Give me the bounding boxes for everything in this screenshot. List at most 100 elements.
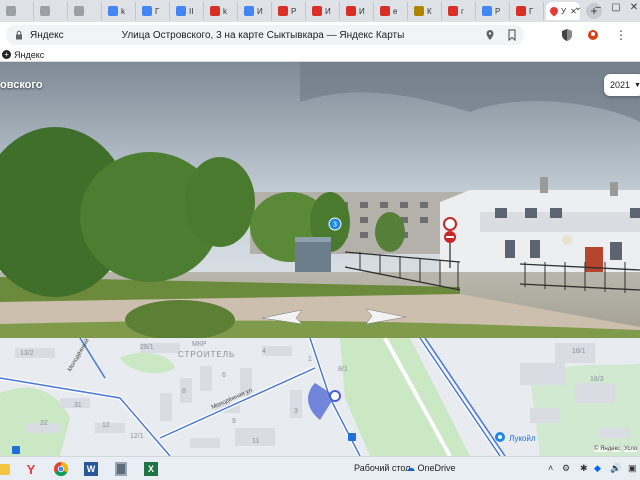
tab-label: И xyxy=(325,6,331,16)
year-value: 2021 xyxy=(610,80,631,90)
file-explorer-icon[interactable] xyxy=(0,460,12,478)
dropbox-icon[interactable]: ◆ xyxy=(594,463,601,474)
map-label-house-4: 4 xyxy=(262,348,266,355)
map-label-district-name: СТРОИТЕЛЬ xyxy=(178,350,236,359)
chrome-icon[interactable] xyxy=(52,460,70,478)
speaker-icon[interactable]: 🔊 xyxy=(610,463,621,474)
tab-label: k xyxy=(121,6,125,16)
browser-tab[interactable]: И xyxy=(342,2,374,20)
browser-tab[interactable] xyxy=(2,2,34,20)
tab-favicon-icon xyxy=(40,6,50,16)
tab-label: г xyxy=(461,6,464,16)
network-icon[interactable]: ⚙ xyxy=(562,463,570,474)
tab-favicon-icon xyxy=(244,6,254,16)
tab-label: И xyxy=(257,6,263,16)
chevron-down-icon[interactable]: ⌄ xyxy=(570,2,586,13)
tab-favicon-icon xyxy=(6,6,16,16)
arrow-right-icon[interactable] xyxy=(364,307,406,325)
tab-label: k xyxy=(223,6,227,16)
street-panorama[interactable]: овского 2021 ▼ 3 xyxy=(0,62,640,338)
panorama-street-title: овского xyxy=(0,79,43,91)
browser-tab[interactable] xyxy=(70,2,102,20)
map-label-house-18-3: 18/3 xyxy=(590,376,604,383)
browser-tab[interactable]: И xyxy=(308,2,340,20)
tab-label: Г xyxy=(529,6,534,16)
language-icon[interactable]: ▣ xyxy=(628,463,637,474)
excel-icon[interactable]: X xyxy=(142,460,160,478)
map-label-district: МКР xyxy=(192,341,207,348)
extension-icon[interactable] xyxy=(586,28,600,42)
browser-tab[interactable]: II xyxy=(172,2,204,20)
map-label-house-12-1: 12/1 xyxy=(130,433,144,440)
bookmark-icon[interactable] xyxy=(506,29,518,41)
map-label-house-8: 8 xyxy=(182,388,186,395)
map-label-house-31: 31 xyxy=(74,402,82,409)
browser-tab[interactable]: И xyxy=(240,2,272,20)
close-window-icon[interactable]: ✕ xyxy=(626,2,640,13)
tab-favicon-icon xyxy=(74,6,84,16)
year-selector[interactable]: 2021 ▼ xyxy=(604,74,640,96)
map-label-house-1: 1 xyxy=(308,356,312,363)
maximize-icon[interactable]: ▢ xyxy=(608,2,624,13)
map-view[interactable]: МКР СТРОИТЕЛЬ Молодёжный пр. Молодёжная … xyxy=(0,338,640,456)
cloud-icon: ☁ xyxy=(406,463,415,473)
extension-shield-icon[interactable] xyxy=(560,28,574,42)
bookmarks-bar: + Яндекс xyxy=(0,48,640,62)
tab-favicon-icon xyxy=(346,6,356,16)
tab-favicon-icon xyxy=(176,6,186,16)
tab-favicon-icon xyxy=(108,6,118,16)
tab-favicon-icon xyxy=(516,6,526,16)
browser-tab[interactable]: k xyxy=(104,2,136,20)
active-tab-label: У xyxy=(561,6,567,16)
minimize-icon[interactable]: – xyxy=(590,2,606,13)
profile-menu-icon[interactable]: ⋮ xyxy=(614,28,628,42)
browser-tab[interactable] xyxy=(36,2,68,20)
browser-tab[interactable]: Р xyxy=(478,2,510,20)
browser-tab[interactable]: Г xyxy=(138,2,170,20)
map-copyright: © Яндекс xyxy=(594,446,621,452)
tab-favicon-icon xyxy=(414,6,424,16)
map-label-house-12: 12 xyxy=(102,422,110,429)
map-label-house-8-1: 8/1 xyxy=(338,366,348,373)
svg-text:3: 3 xyxy=(333,222,337,229)
windows-taskbar: Y W X Рабочий стол ☁ OneDrive ˄ ⚙ ✱ ◆ 🔊 … xyxy=(0,456,640,480)
add-bookmark-icon[interactable]: + xyxy=(2,50,11,59)
yandex-browser-icon[interactable]: Y xyxy=(22,460,40,478)
tab-favicon-icon xyxy=(278,6,288,16)
tab-favicon-icon xyxy=(210,6,220,16)
location-icon[interactable] xyxy=(484,29,496,41)
browser-tab[interactable]: е xyxy=(376,2,408,20)
map-terms-link[interactable]: Усло xyxy=(624,446,638,452)
tab-label: Г xyxy=(155,6,160,16)
omnibox[interactable]: Яндекс Улица Островского, 3 на карте Сык… xyxy=(6,25,524,45)
map-label-house-3: 3 xyxy=(294,408,298,415)
bluetooth-icon[interactable]: ✱ xyxy=(580,463,588,474)
map-label-house-9: 9 xyxy=(232,418,236,425)
browser-tab[interactable]: г xyxy=(444,2,476,20)
map-label-house-18-1: 18/1 xyxy=(572,348,586,355)
tab-label: К xyxy=(427,6,432,16)
tab-favicon-icon xyxy=(482,6,492,16)
tab-favicon-icon xyxy=(142,6,152,16)
word-icon[interactable]: W xyxy=(82,460,100,478)
browser-tab[interactable]: К xyxy=(410,2,442,20)
tabs-container: k Г II k И Р И Ие Кг Р Г xyxy=(2,2,546,20)
map-label-house-13-2: 13/2 xyxy=(20,350,34,357)
onedrive-label[interactable]: ☁ OneDrive xyxy=(406,463,456,474)
map-label-house-32: 32 xyxy=(40,420,48,427)
calculator-icon[interactable] xyxy=(112,460,130,478)
desktop-label[interactable]: Рабочий стол xyxy=(354,463,411,473)
bookmark-yandex[interactable]: Яндекс xyxy=(14,50,44,60)
tab-label: II xyxy=(189,6,194,16)
browser-tab[interactable]: Г xyxy=(512,2,544,20)
chevron-up-icon[interactable]: ˄ xyxy=(548,463,553,473)
onedrive-text: OneDrive xyxy=(417,463,456,473)
tab-label: Р xyxy=(291,6,297,16)
browser-tab[interactable]: k xyxy=(206,2,238,20)
arrow-left-icon[interactable] xyxy=(262,309,304,325)
panorama-point-icon[interactable]: 3 xyxy=(328,217,342,231)
browser-tab[interactable]: Р xyxy=(274,2,306,20)
tab-favicon-icon xyxy=(312,6,322,16)
map-label-house-11: 11 xyxy=(252,438,260,445)
tab-favicon-icon xyxy=(380,6,390,16)
